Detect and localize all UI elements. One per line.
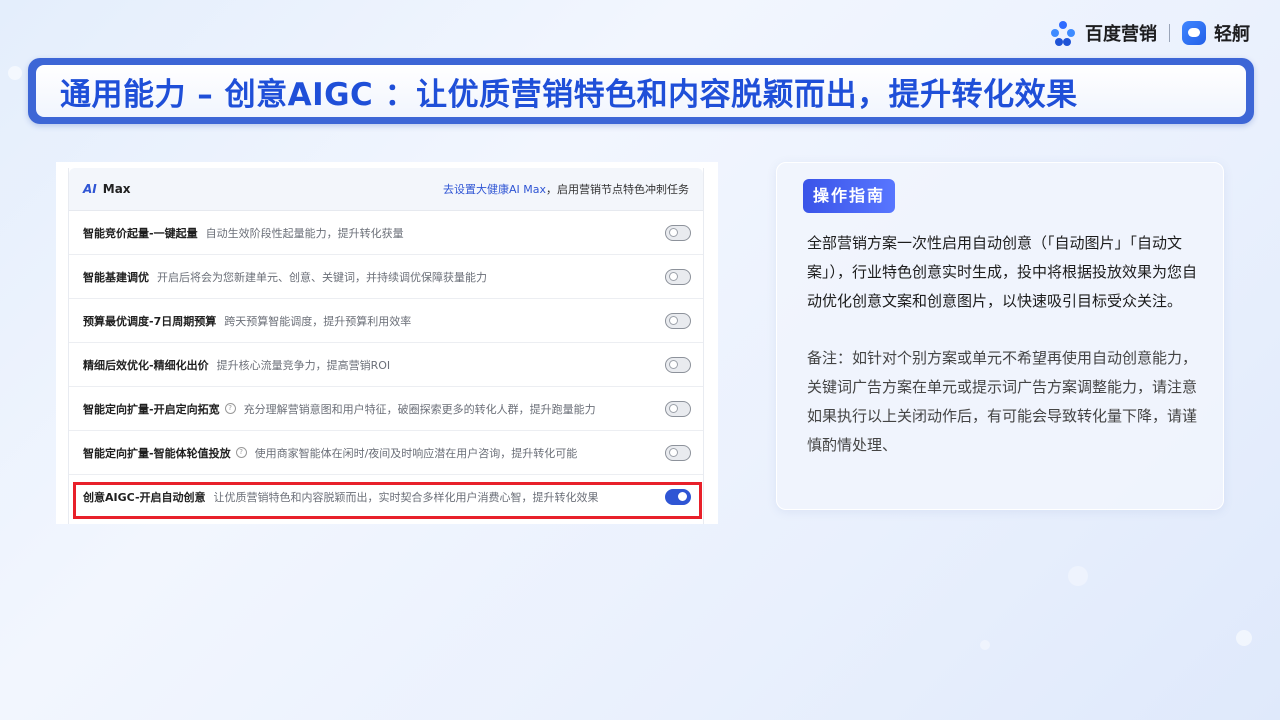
panel-header: AI Max 去设置大健康AI Max，启用营销节点特色冲刺任务 <box>69 168 703 211</box>
setting-title: 智能基建调优 <box>83 270 149 284</box>
setting-description: 自动生效阶段性起量能力，提升转化获量 <box>205 226 404 240</box>
setup-link[interactable]: 去设置大健康AI Max <box>443 183 546 196</box>
setting-description: 使用商家智能体在闲时/夜间及时响应潜在用户咨询，提升转化可能 <box>254 446 578 460</box>
setting-title: 智能定向扩量-智能体轮值投放 <box>83 446 231 460</box>
setting-row-weekly-budget: 预算最优调度-7日周期预算 跨天预算智能调度，提升预算利用效率 <box>69 299 703 343</box>
ai-max-brand: AI Max <box>83 182 131 196</box>
title-banner-inner: 通用能力 – 创意AIGC ：让优质营销特色和内容脱颖而出，提升转化效果 <box>36 65 1246 117</box>
bokeh-dot <box>1236 630 1252 646</box>
setting-title: 预算最优调度-7日周期预算 <box>83 314 217 328</box>
setting-row-targeting-expand: 智能定向扩量-开启定向拓宽 ? 充分理解营销意图和用户特征，破圈探索更多的转化人… <box>69 387 703 431</box>
setting-toggle[interactable] <box>665 225 691 241</box>
setting-title: 智能定向扩量-开启定向拓宽 <box>83 402 220 416</box>
setting-row-fine-bidding: 精细后效优化-精细化出价 提升核心流量竞争力，提高营销ROI <box>69 343 703 387</box>
bokeh-dot <box>980 640 990 650</box>
header-hint-suffix: ，启用营销节点特色冲刺任务 <box>546 183 689 196</box>
toggle-knob <box>669 228 678 237</box>
title-banner: 通用能力 – 创意AIGC ：让优质营销特色和内容脱颖而出，提升转化效果 <box>28 58 1254 124</box>
guide-text: 全部营销方案一次性启用自动创意（「自动图片」「自动文案」），行业特色创意实时生成… <box>807 234 1198 310</box>
toggle-knob <box>669 448 678 457</box>
setting-toggle[interactable] <box>665 269 691 285</box>
bokeh-dot <box>1068 566 1088 586</box>
baidu-marketing-logo-icon <box>1049 19 1077 47</box>
setting-title: 精细后效优化-精细化出价 <box>83 358 209 372</box>
baidu-marketing-logo-text: 百度营销 <box>1085 24 1157 45</box>
setting-row-infra-tuning: 智能基建调优 开启后将会为您新建单元、创意、关键词，并持续调优保障获量能力 <box>69 255 703 299</box>
highlight-box <box>73 482 702 519</box>
logo-divider <box>1169 24 1170 42</box>
toggle-knob <box>669 316 678 325</box>
setting-row-agent-rotation: 智能定向扩量-智能体轮值投放 ? 使用商家智能体在闲时/夜间及时响应潜在用户咨询… <box>69 431 703 475</box>
ai-logo-icon: AI <box>83 182 97 196</box>
toggle-knob <box>669 272 678 281</box>
qingzhou-logo-text: 轻舸 <box>1214 24 1250 45</box>
toggle-knob <box>669 360 678 369</box>
header-hint: 去设置大健康AI Max，启用营销节点特色冲刺任务 <box>443 181 689 197</box>
setting-description: 开启后将会为您新建单元、创意、关键词，并持续调优保障获量能力 <box>157 270 487 284</box>
bokeh-dot <box>8 66 22 80</box>
page-title: 通用能力 – 创意AIGC ：让优质营销特色和内容脱颖而出，提升转化效果 <box>60 76 1078 113</box>
setting-toggle[interactable] <box>665 401 691 417</box>
brand-name: Max <box>102 182 131 196</box>
qingzhou-logo-icon <box>1182 21 1206 45</box>
setting-toggle[interactable] <box>665 445 691 461</box>
guide-note: 备注：如针对个别方案或单元不希望再使用自动创意能力，关键词广告方案在单元或提示词… <box>807 349 1198 454</box>
help-icon[interactable]: ? <box>224 403 236 414</box>
setting-row-one-click-boost: 智能竞价起量-一键起量 自动生效阶段性起量能力，提升转化获量 <box>69 211 703 255</box>
setting-toggle[interactable] <box>665 357 691 373</box>
ai-max-settings-panel: AI Max 去设置大健康AI Max，启用营销节点特色冲刺任务 智能竞价起量-… <box>56 162 718 524</box>
toggle-knob <box>669 404 678 413</box>
guide-body: 全部营销方案一次性启用自动创意（「自动图片」「自动文案」），行业特色创意实时生成… <box>807 229 1201 460</box>
help-icon[interactable]: ? <box>235 447 247 458</box>
setting-description: 提升核心流量竞争力，提高营销ROI <box>216 358 391 372</box>
operation-guide-card: 操作指南 全部营销方案一次性启用自动创意（「自动图片」「自动文案」），行业特色创… <box>776 162 1224 510</box>
setting-toggle[interactable] <box>665 313 691 329</box>
logo-bar: 百度营销 轻舸 <box>1049 18 1250 48</box>
settings-list: AI Max 去设置大健康AI Max，启用营销节点特色冲刺任务 智能竞价起量-… <box>68 168 704 524</box>
setting-description: 充分理解营销意图和用户特征，破圈探索更多的转化人群，提升跑量能力 <box>243 402 596 416</box>
setting-title: 智能竞价起量-一键起量 <box>83 226 198 240</box>
setting-description: 跨天预算智能调度，提升预算利用效率 <box>224 314 412 328</box>
guide-tag: 操作指南 <box>803 179 896 213</box>
